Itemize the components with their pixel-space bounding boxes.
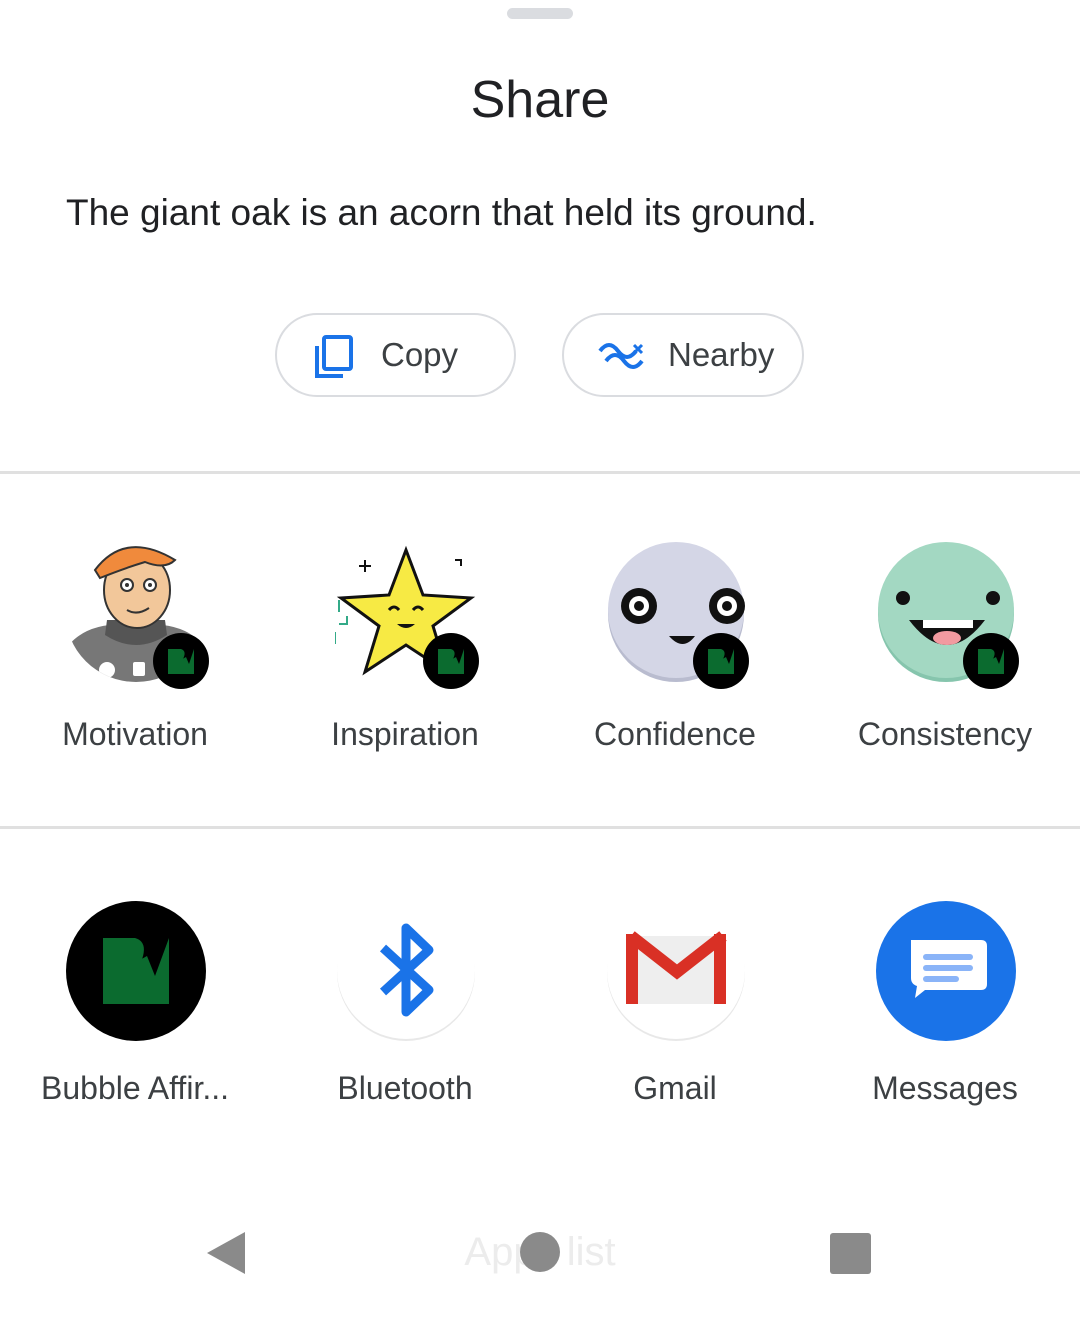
share-target-confidence[interactable]: Confidence — [540, 540, 810, 770]
app-label: Messages — [872, 1070, 1018, 1106]
app-badge-icon — [963, 633, 1019, 689]
copy-button[interactable]: Copy — [275, 313, 516, 397]
app-badge-icon — [693, 633, 749, 689]
nearby-label: Nearby — [668, 336, 775, 373]
app-bluetooth[interactable]: Bluetooth — [270, 900, 540, 1120]
app-gmail[interactable]: Gmail — [540, 900, 810, 1120]
divider — [0, 826, 1080, 829]
app-messages[interactable]: Messages — [810, 900, 1080, 1120]
sheet-title: Share — [470, 71, 610, 129]
navigation-bar: Apps list — [0, 1190, 1080, 1319]
share-target-label: Inspiration — [331, 716, 479, 752]
recents-icon[interactable] — [830, 1233, 871, 1274]
nearby-button[interactable]: Nearby — [562, 313, 804, 397]
app-badge-icon — [423, 633, 479, 689]
copy-icon — [313, 334, 355, 385]
app-badge-icon — [153, 633, 209, 689]
share-target-consistency[interactable]: Consistency — [810, 540, 1080, 770]
home-icon[interactable] — [520, 1232, 560, 1272]
divider — [0, 471, 1080, 474]
app-label: Bubble Affir... — [41, 1070, 229, 1106]
share-target-label: Consistency — [857, 716, 1033, 752]
drag-handle[interactable] — [507, 8, 573, 19]
share-target-label: Confidence — [594, 716, 756, 752]
bluetooth-icon — [335, 900, 477, 1042]
share-target-inspiration[interactable]: Inspiration — [270, 540, 540, 770]
copy-label: Copy — [381, 336, 459, 373]
app-bubble-affirmations[interactable]: Bubble Affir... — [0, 900, 270, 1120]
app-label: Bluetooth — [337, 1070, 473, 1106]
back-icon[interactable] — [205, 1230, 247, 1281]
nearby-icon — [598, 341, 644, 376]
bubble-affirmations-icon — [65, 900, 207, 1042]
share-target-label: Motivation — [62, 716, 208, 752]
gmail-icon — [605, 900, 747, 1042]
share-target-motivation[interactable]: Motivation — [0, 540, 270, 770]
app-label: Gmail — [633, 1070, 717, 1106]
messages-icon — [875, 900, 1017, 1042]
shared-text: The giant oak is an acorn that held its … — [66, 192, 817, 233]
